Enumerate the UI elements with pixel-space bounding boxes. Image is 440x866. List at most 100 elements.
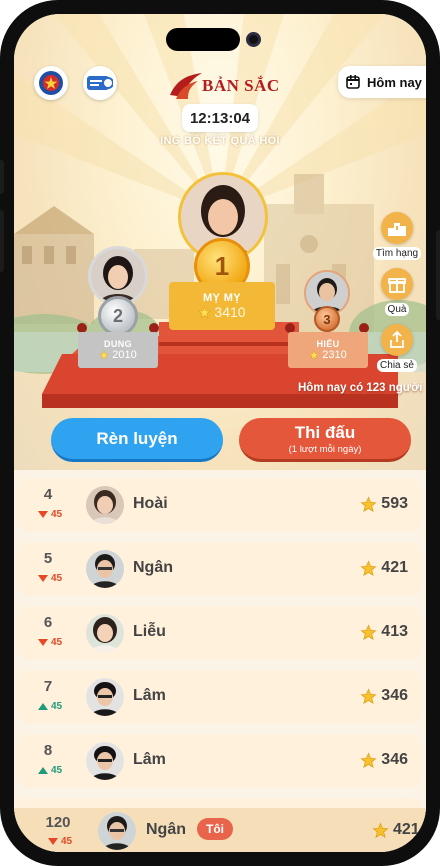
rank-change-value: 45 bbox=[50, 573, 63, 584]
avatar bbox=[86, 486, 124, 524]
app-screen: BẢN SẮC Hôm nay 12:13:04 ING BỐ KẾT QUẢ … bbox=[14, 14, 426, 852]
podium-name-second: DUNG bbox=[103, 339, 133, 349]
points-value: 593 bbox=[381, 495, 408, 512]
participant-ticker: Hôm nay có 123 người bbox=[298, 382, 423, 394]
leaderboard-hero: BẢN SẮC Hôm nay 12:13:04 ING BỐ KẾT QUẢ … bbox=[14, 14, 426, 470]
rank-change-value: 45 bbox=[50, 509, 63, 520]
podium-name-first: MỴ MỴ bbox=[202, 292, 242, 304]
podium-banner-third: HIẾU 2310 bbox=[288, 332, 368, 368]
current-user-row[interactable]: 120 45 Ngân Tôi 421 bbox=[14, 808, 426, 852]
rank-change: 45 bbox=[28, 509, 72, 520]
rank-change: 45 bbox=[38, 836, 82, 847]
avatar-photo-icon bbox=[91, 249, 145, 303]
player-points: 593 bbox=[360, 495, 408, 513]
points-value: 421 bbox=[393, 821, 420, 838]
rank-change-value: 45 bbox=[50, 765, 63, 776]
rank-number: 7 bbox=[43, 678, 53, 695]
star-icon bbox=[360, 560, 377, 576]
player-name: Ngân bbox=[146, 821, 186, 838]
avatar bbox=[86, 614, 124, 652]
player-name: Lâm bbox=[133, 751, 166, 768]
current-user-badge: Tôi bbox=[197, 818, 233, 840]
player-name: Lâm bbox=[133, 687, 166, 704]
brand-logo: BẢN SẮC bbox=[166, 69, 280, 103]
brand-mark-icon bbox=[170, 73, 202, 99]
avatar-photo-icon bbox=[86, 678, 124, 716]
emblem-icon bbox=[39, 71, 63, 95]
player-name: Liễu bbox=[133, 623, 166, 640]
train-button[interactable]: Rèn luyện bbox=[51, 418, 223, 462]
phone-side-button bbox=[0, 210, 4, 272]
avatar-photo-icon bbox=[86, 742, 124, 780]
rank-up-icon bbox=[37, 703, 48, 710]
rank-down-icon bbox=[37, 575, 48, 582]
ministry-logo bbox=[34, 66, 68, 100]
phone-side-button bbox=[0, 160, 4, 194]
vtv-logo bbox=[83, 66, 117, 100]
rank-change: 45 bbox=[28, 637, 72, 648]
player-points: 413 bbox=[360, 623, 408, 641]
compete-button[interactable]: Thi đấu (1 lượt mỗi ngày) bbox=[239, 418, 411, 462]
avatar-photo-icon bbox=[98, 812, 136, 850]
rank-number: 6 bbox=[43, 614, 53, 631]
star-icon bbox=[360, 624, 377, 640]
broadcaster-icon bbox=[87, 76, 113, 90]
share-button[interactable]: Chia sẻ bbox=[373, 324, 421, 372]
star-icon bbox=[198, 305, 212, 318]
front-camera bbox=[246, 32, 261, 47]
list-item[interactable]: 8 45 Lâm 346 bbox=[16, 734, 422, 788]
rank-change: 45 bbox=[28, 765, 72, 776]
compete-button-sublabel: (1 lượt mỗi ngày) bbox=[288, 443, 362, 455]
points-value: 346 bbox=[381, 687, 408, 704]
star-icon bbox=[99, 350, 109, 360]
avatar bbox=[98, 812, 136, 850]
player-points: 421 bbox=[360, 559, 408, 577]
avatar-photo-icon bbox=[86, 614, 124, 652]
player-name: Hoài bbox=[133, 495, 168, 512]
rank-change-value: 45 bbox=[50, 701, 63, 712]
gift-icon bbox=[381, 268, 413, 300]
player-points: 346 bbox=[360, 687, 408, 705]
date-filter-button[interactable]: Hôm nay bbox=[338, 66, 426, 98]
list-item[interactable]: 4 45 Hoài 593 bbox=[16, 478, 422, 532]
podium-score-second: 2010 bbox=[112, 349, 137, 361]
phone-side-button bbox=[436, 230, 440, 320]
podium-icon bbox=[381, 212, 413, 244]
podium-score-first: 3410 bbox=[214, 304, 246, 320]
brand-name: BẢN SẮC bbox=[202, 76, 280, 95]
star-icon bbox=[309, 350, 319, 360]
avatar bbox=[86, 550, 124, 588]
list-item[interactable]: 5 45 Ngân 421 bbox=[16, 542, 422, 596]
list-item[interactable]: 6 45 Liễu 413 bbox=[16, 606, 422, 660]
player-name: Ngân bbox=[133, 559, 173, 576]
rank-number: 8 bbox=[43, 742, 53, 759]
rank-down-icon bbox=[47, 838, 58, 845]
dynamic-island bbox=[166, 28, 240, 51]
find-rank-button[interactable]: Tìm hạng bbox=[372, 212, 422, 260]
rank-number: 4 bbox=[43, 486, 53, 503]
rank-up-icon bbox=[37, 767, 48, 774]
star-icon bbox=[372, 822, 389, 838]
result-announcement-text: ING BỐ KẾT QUẢ HÔI bbox=[160, 135, 280, 147]
find-rank-label: Tìm hạng bbox=[372, 247, 422, 260]
rank-change: 45 bbox=[28, 573, 72, 584]
medal-third: 3 bbox=[314, 306, 340, 332]
points-value: 421 bbox=[381, 559, 408, 576]
podium-score-third: 2310 bbox=[322, 349, 347, 361]
avatar bbox=[86, 742, 124, 780]
star-icon bbox=[360, 688, 377, 704]
avatar-photo-icon bbox=[86, 550, 124, 588]
gift-button[interactable]: Quà bbox=[373, 268, 421, 316]
rank-down-icon bbox=[37, 511, 48, 518]
date-filter-label: Hôm nay bbox=[367, 74, 422, 90]
rank-number: 120 bbox=[45, 814, 71, 831]
share-label: Chia sẻ bbox=[377, 359, 417, 372]
list-item[interactable]: 7 45 Lâm 346 bbox=[16, 670, 422, 724]
phone-frame: BẢN SẮC Hôm nay 12:13:04 ING BỐ KẾT QUẢ … bbox=[0, 0, 440, 866]
rank-change-value: 45 bbox=[50, 637, 63, 648]
podium-banner-second: DUNG 2010 bbox=[78, 332, 158, 368]
podium-name-third: HIẾU bbox=[316, 339, 340, 349]
avatar bbox=[86, 678, 124, 716]
calendar-icon bbox=[346, 75, 360, 89]
gift-label: Quà bbox=[384, 303, 410, 316]
